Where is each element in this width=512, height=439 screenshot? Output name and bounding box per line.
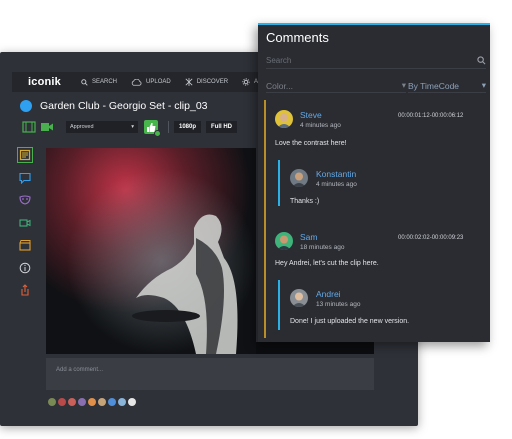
comments-panel-title: Comments <box>266 30 329 45</box>
video-frame-image <box>46 148 256 354</box>
color-swatch[interactable] <box>98 398 106 406</box>
cloud-upload-icon <box>131 78 142 86</box>
screenshot-stage: iconik SEARCH UPLOAD DISCOVER ADMIN Gard… <box>0 0 512 439</box>
user-photo-konstantin <box>292 172 306 187</box>
info-icon <box>19 262 31 273</box>
comment-author[interactable]: Sam <box>300 232 317 242</box>
comment-icon <box>19 172 31 184</box>
nav-discover-label: DISCOVER <box>196 79 229 85</box>
comment-timecode[interactable]: 00:00:01:12-00:00:06:12 <box>398 113 463 119</box>
tool-clapper[interactable] <box>18 238 32 252</box>
avatar <box>275 110 293 128</box>
comment-time: 18 minutes ago <box>300 244 345 251</box>
avatar <box>290 169 308 187</box>
annotation-icon <box>19 149 31 161</box>
nav-upload[interactable]: UPLOAD <box>131 78 171 86</box>
asset-titlebar: Garden Club - Georgio Set - clip_03 <box>20 100 208 112</box>
comment-time: 4 minutes ago <box>316 181 357 188</box>
left-toolbar <box>17 147 36 306</box>
comments-list: Steve 4 minutes ago 00:00:01:12-00:00:06… <box>264 100 486 338</box>
color-swatch[interactable] <box>88 398 96 406</box>
color-swatch[interactable] <box>58 398 66 406</box>
video-camera-icon[interactable] <box>40 121 54 133</box>
nav-search[interactable]: SEARCH <box>81 78 118 86</box>
tool-comments[interactable] <box>18 171 32 185</box>
search-icon[interactable] <box>477 56 486 65</box>
masks-icon <box>19 195 31 205</box>
user-photo-andrei <box>292 292 306 307</box>
gear-icon <box>242 78 250 86</box>
chevron-down-icon: ▾ <box>401 80 406 90</box>
color-filter-select[interactable]: Color... ▾ <box>266 79 406 93</box>
share-icon <box>21 284 29 296</box>
comment-time: 4 minutes ago <box>300 122 341 129</box>
annotation-color-swatches <box>48 398 138 406</box>
color-swatch[interactable] <box>128 398 136 406</box>
comment-author[interactable]: Konstantin <box>316 169 356 179</box>
toolbar-divider <box>168 121 169 133</box>
sort-filter-select[interactable]: By TimeCode ▾ <box>408 79 486 93</box>
video-preview-edge <box>256 342 374 354</box>
clapper-icon <box>19 240 31 251</box>
color-swatch[interactable] <box>48 398 56 406</box>
comment-time: 13 minutes ago <box>316 301 361 308</box>
nav-search-label: SEARCH <box>92 79 118 85</box>
comment-author[interactable]: Andrei <box>316 289 341 299</box>
avatar <box>275 232 293 250</box>
video-preview[interactable] <box>46 148 256 354</box>
comment-text: Done! I just uploaded the new version. <box>290 318 410 325</box>
tool-annotation[interactable] <box>17 147 33 163</box>
comment-text: Hey Andrei, let's cut the clip here. <box>275 260 379 267</box>
comment-search-input[interactable]: Search <box>266 53 486 69</box>
app-logo[interactable]: iconik <box>28 76 61 88</box>
search-icon <box>81 78 88 86</box>
color-swatch[interactable] <box>68 398 76 406</box>
asset-status-dot <box>20 100 32 112</box>
approved-check-icon <box>154 130 161 137</box>
reply-thread-line <box>278 160 280 206</box>
reply-thread-line <box>278 280 280 330</box>
approval-status-value: Approved <box>70 124 94 130</box>
sort-filter-value: By TimeCode <box>408 80 460 91</box>
approval-status-select[interactable]: Approved ▾ <box>66 121 138 133</box>
color-filter-value: Color... <box>266 80 293 91</box>
discover-icon <box>185 78 193 86</box>
color-swatch[interactable] <box>78 398 86 406</box>
comment-text: Thanks :) <box>290 198 320 205</box>
user-photo-steve <box>277 113 291 128</box>
comment-search-placeholder: Search <box>266 56 292 65</box>
avatar <box>290 289 308 307</box>
filmstrip-icon[interactable] <box>22 121 36 133</box>
asset-toolbar: Approved ▾ 1080p Full HD <box>22 120 242 137</box>
tool-info[interactable] <box>18 261 32 275</box>
zoom-mode-button[interactable]: Full HD <box>206 121 238 133</box>
asset-title: Garden Club - Georgio Set - clip_03 <box>40 100 208 112</box>
user-photo-sam <box>277 235 291 250</box>
resolution-button[interactable]: 1080p <box>174 121 202 133</box>
tool-video[interactable] <box>18 216 32 230</box>
comment-text: Love the contrast here! <box>275 140 347 147</box>
chevron-down-icon: ▾ <box>481 80 486 90</box>
approve-button[interactable] <box>144 120 161 137</box>
chevron-down-icon: ▾ <box>131 124 134 130</box>
nav-upload-label: UPLOAD <box>146 79 171 85</box>
tool-share[interactable] <box>18 283 32 297</box>
comment-author[interactable]: Steve <box>300 110 322 120</box>
color-swatch[interactable] <box>118 398 126 406</box>
tool-masks[interactable] <box>18 193 32 207</box>
video-camera-icon <box>19 218 31 227</box>
comments-panel: Comments Search Color... ▾ By TimeCode ▾… <box>258 23 490 342</box>
add-comment-input[interactable]: Add a comment... <box>46 358 374 390</box>
nav-discover[interactable]: DISCOVER <box>185 78 228 86</box>
color-swatch[interactable] <box>108 398 116 406</box>
comment-timecode[interactable]: 00:00:02:02-00:00:09:23 <box>398 235 463 241</box>
